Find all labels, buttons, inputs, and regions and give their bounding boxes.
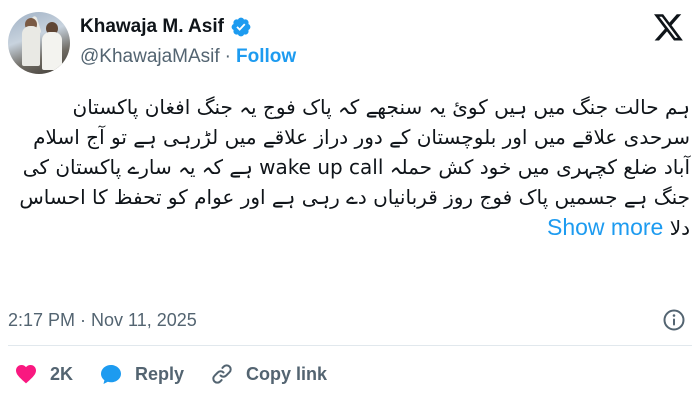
follow-button[interactable]: Follow — [236, 46, 296, 68]
reply-bubble-icon — [101, 365, 122, 384]
x-logo-icon[interactable] — [654, 14, 684, 42]
tweet-meta: 2:17 PM · Nov 11, 2025 — [8, 310, 197, 331]
heart-icon — [16, 365, 36, 384]
avatar[interactable] — [8, 12, 70, 74]
reply-button[interactable]: Reply — [99, 362, 184, 386]
like-count: 2K — [50, 363, 74, 384]
author-name-row: Khawaja M. Asif — [80, 14, 252, 40]
copy-link-label: Copy link — [246, 363, 328, 384]
link-icon — [212, 364, 232, 384]
tweet-timestamp[interactable]: 2:17 PM · Nov 11, 2025 — [8, 310, 197, 331]
copy-link-button[interactable]: Copy link — [210, 362, 327, 386]
reply-label: Reply — [135, 363, 185, 384]
avatar-person-1-body — [22, 26, 40, 66]
author-handle-row: @KhawajaMAsif · Follow — [80, 46, 296, 68]
author-display-name[interactable]: Khawaja M. Asif — [80, 16, 224, 38]
tweet-text: ہم حالت جنگ میں ہیں کوئ یہ سنجھے کہ پاک … — [8, 92, 690, 296]
avatar-person-2-body — [42, 32, 62, 70]
divider — [8, 345, 692, 346]
info-icon[interactable] — [662, 308, 686, 332]
verified-badge-icon — [231, 17, 251, 37]
like-button[interactable]: 2K — [14, 362, 73, 386]
separator-dot: · — [224, 46, 231, 67]
show-more-link[interactable]: Show more — [547, 214, 663, 240]
action-bar: 2K Reply Copy link — [14, 362, 353, 386]
author-handle[interactable]: @KhawajaMAsif — [80, 46, 220, 68]
